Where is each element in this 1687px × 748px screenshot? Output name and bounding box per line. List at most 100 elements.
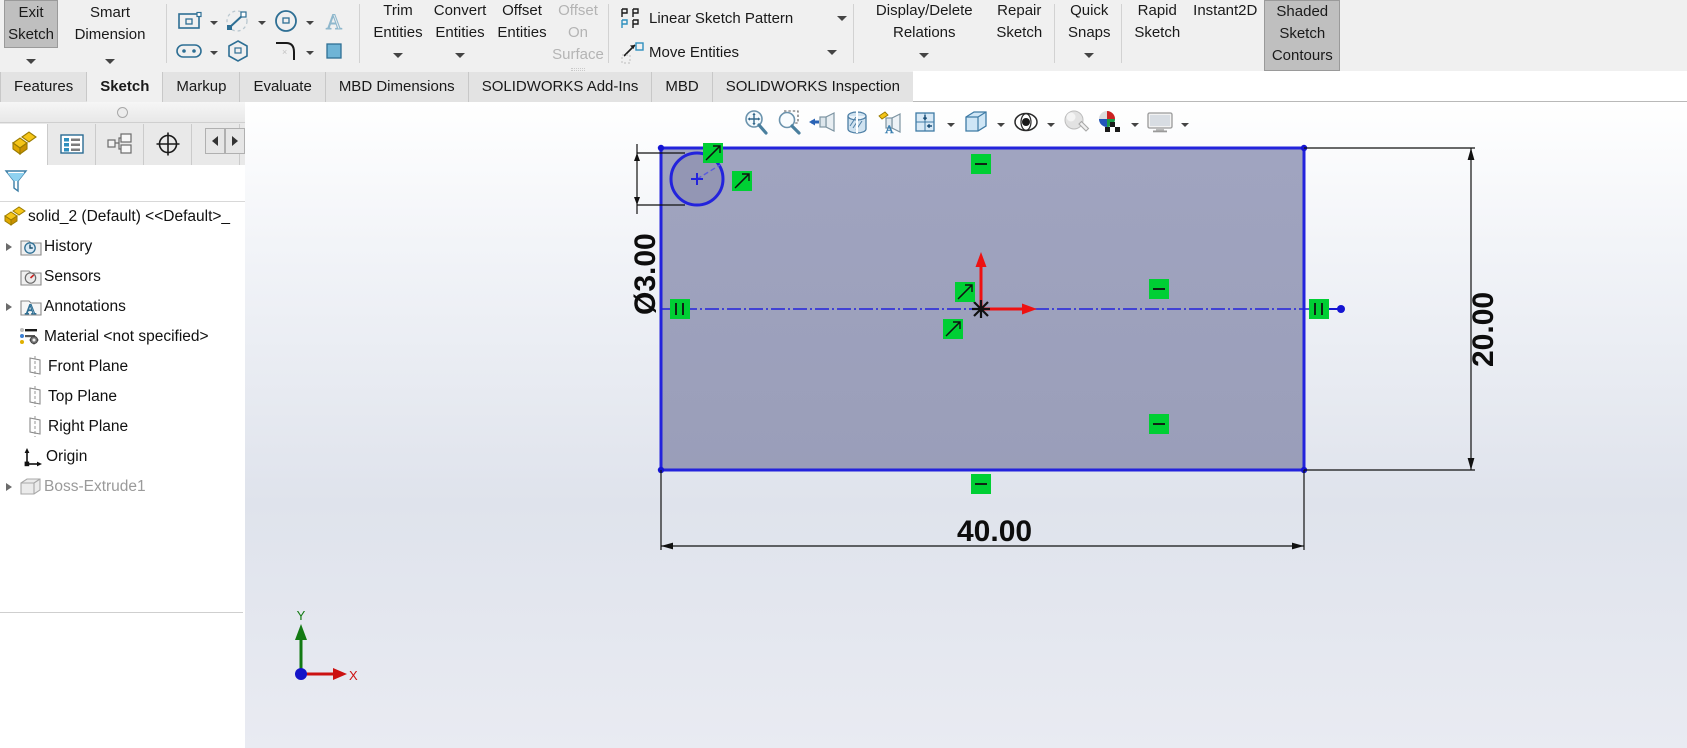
tab-sketch[interactable]: Sketch [86,72,164,102]
line-dropdown[interactable] [255,6,269,36]
manager-tab-scroll-arrows [205,128,245,154]
tree-item-material[interactable]: Material <not specified> [0,322,245,352]
smart-dimension-dropdown[interactable] [64,48,156,70]
ribbon-group-pattern: Linear Sketch Pattern Move Entities [609,0,848,71]
tree-item-solid2[interactable]: solid_2 (Default) <<Default>_ [0,202,245,232]
property-list-icon [59,134,84,154]
line-icon[interactable] [221,6,255,36]
chevron-down-icon [306,21,314,25]
exit-sketch-label-1: Exit [18,4,44,21]
scroll-right-button[interactable] [225,128,245,154]
tree-item-label: Right Plane [48,418,129,435]
width-dimension-text[interactable]: 40.00 [957,515,1032,549]
rapid-sketch-button[interactable]: Rapid Sketch [1128,0,1186,71]
tree-filter-bar[interactable] [0,165,245,202]
circle-icon[interactable] [269,6,303,36]
horizontal-relation-glyph[interactable] [971,154,991,174]
shaded-sketch-contours-button[interactable]: Shaded Sketch Contours [1264,0,1341,71]
horizontal-relation-glyph[interactable] [971,474,991,494]
exit-sketch-button[interactable]: Exit Sketch [4,0,58,48]
expand-arrow-icon[interactable] [0,303,18,311]
chevron-left-icon [212,136,218,146]
tree-item-annotations[interactable]: A Annotations [0,292,245,322]
vertical-relation-glyph[interactable] [1309,299,1329,319]
tree-item-origin[interactable]: Origin [0,442,245,472]
graphics-area[interactable]: A Y X Ø3.00 20.00 40.00 [245,102,1687,748]
splitter-grip-icon [117,106,128,118]
diameter-dimension-text[interactable]: Ø3.00 [629,233,663,315]
smart-dimension-button[interactable]: Smart Dimension [64,0,156,48]
slot-icon[interactable] [173,36,207,66]
trim-entities-button[interactable]: Trim Entities [368,0,428,71]
chevron-down-icon[interactable] [1084,53,1095,58]
svg-text:×: × [282,47,287,57]
tree-item-right-plane[interactable]: Right Plane [0,412,245,442]
feature-manager-tab[interactable] [0,123,48,165]
tree-item-history[interactable]: History [0,232,245,262]
offset-entities-label-2: Entities [497,24,547,41]
panel-splitter[interactable] [0,102,245,123]
shaded-region-icon[interactable] [317,36,351,66]
tab-features[interactable]: Features [0,72,88,102]
repair-sketch-button[interactable]: Repair Sketch [988,0,1050,71]
tree-item-front-plane[interactable]: Front Plane [0,352,245,382]
slot-dropdown[interactable] [207,36,221,66]
tree-item-sensors[interactable]: Sensors [0,262,245,292]
coincident-relation-glyph[interactable] [955,282,975,302]
horizontal-relation-glyph[interactable] [1149,414,1169,434]
chevron-down-icon [306,51,314,55]
property-manager-tab[interactable] [48,123,96,165]
fillet-dropdown[interactable] [303,36,317,66]
part-icon [2,205,28,229]
ribbon-tab-bar: Features Sketch Markup Evaluate MBD Dime… [0,71,1687,103]
sketch-canvas[interactable]: Y X [245,102,1687,748]
rect-corner-point[interactable] [657,144,665,152]
tab-solidworks-add-ins[interactable]: SOLIDWORKS Add-Ins [467,72,653,102]
tab-mbd-dimensions[interactable]: MBD Dimensions [324,72,469,102]
rectangle-icon[interactable] [173,6,207,36]
expand-arrow-icon[interactable] [0,483,18,491]
display-delete-relations-label-1: Display/Delete [875,2,973,19]
tab-evaluate[interactable]: Evaluate [239,72,326,102]
chevron-down-icon[interactable] [919,53,930,58]
coincident-relation-glyph[interactable] [732,171,752,191]
sketch-entities-row-1: A [173,6,351,36]
tree-item-top-plane[interactable]: Top Plane [0,382,245,412]
circle-dropdown[interactable] [303,6,317,36]
chevron-down-icon[interactable] [393,53,403,58]
convert-entities-button[interactable]: Convert Entities [428,0,492,71]
expand-arrow-icon[interactable] [0,243,18,251]
horizontal-relation-glyph[interactable] [1149,279,1169,299]
display-delete-relations-button[interactable]: Display/Delete Relations [860,0,988,71]
coincident-relation-glyph[interactable] [943,319,963,339]
tab-solidworks-inspection[interactable]: SOLIDWORKS Inspection [711,72,914,102]
quick-snaps-button[interactable]: Quick Snaps [1061,0,1117,71]
vertical-relation-glyph[interactable] [670,299,690,319]
text-icon[interactable]: A [317,6,351,36]
chevron-down-icon[interactable] [837,16,848,21]
quick-snaps-label-1: Quick [1070,2,1109,19]
exit-sketch-dropdown[interactable] [4,48,58,70]
repair-sketch-label-2: Sketch [996,24,1043,41]
rectangle-dropdown[interactable] [207,6,221,36]
tree-item-label: Material <not specified> [44,328,209,345]
tab-markup[interactable]: Markup [162,72,241,102]
tree-item-boss-extrude1[interactable]: Boss-Extrude1 [0,472,245,502]
tab-mbd[interactable]: MBD [651,72,713,102]
instant2d-button[interactable]: Instant2D [1186,0,1264,71]
configuration-manager-tab[interactable] [96,123,144,165]
chevron-down-icon[interactable] [455,53,465,58]
fillet-icon[interactable]: × [269,36,303,66]
coincident-relation-glyph[interactable] [703,143,723,163]
instant2d-label: Instant2D [1193,2,1258,19]
dimxpert-manager-tab[interactable] [144,123,192,165]
history-icon [18,236,44,258]
polygon-icon[interactable] [221,36,255,66]
shaded-sketch-contours-label-3: Contours [1271,47,1333,64]
move-entities-button[interactable]: Move Entities [617,36,847,70]
chevron-down-icon[interactable] [827,50,838,55]
scroll-left-button[interactable] [205,128,225,154]
offset-entities-button[interactable]: Offset Entities [492,0,552,71]
height-dimension-text[interactable]: 20.00 [1467,292,1501,367]
linear-sketch-pattern-button[interactable]: Linear Sketch Pattern [617,2,848,36]
